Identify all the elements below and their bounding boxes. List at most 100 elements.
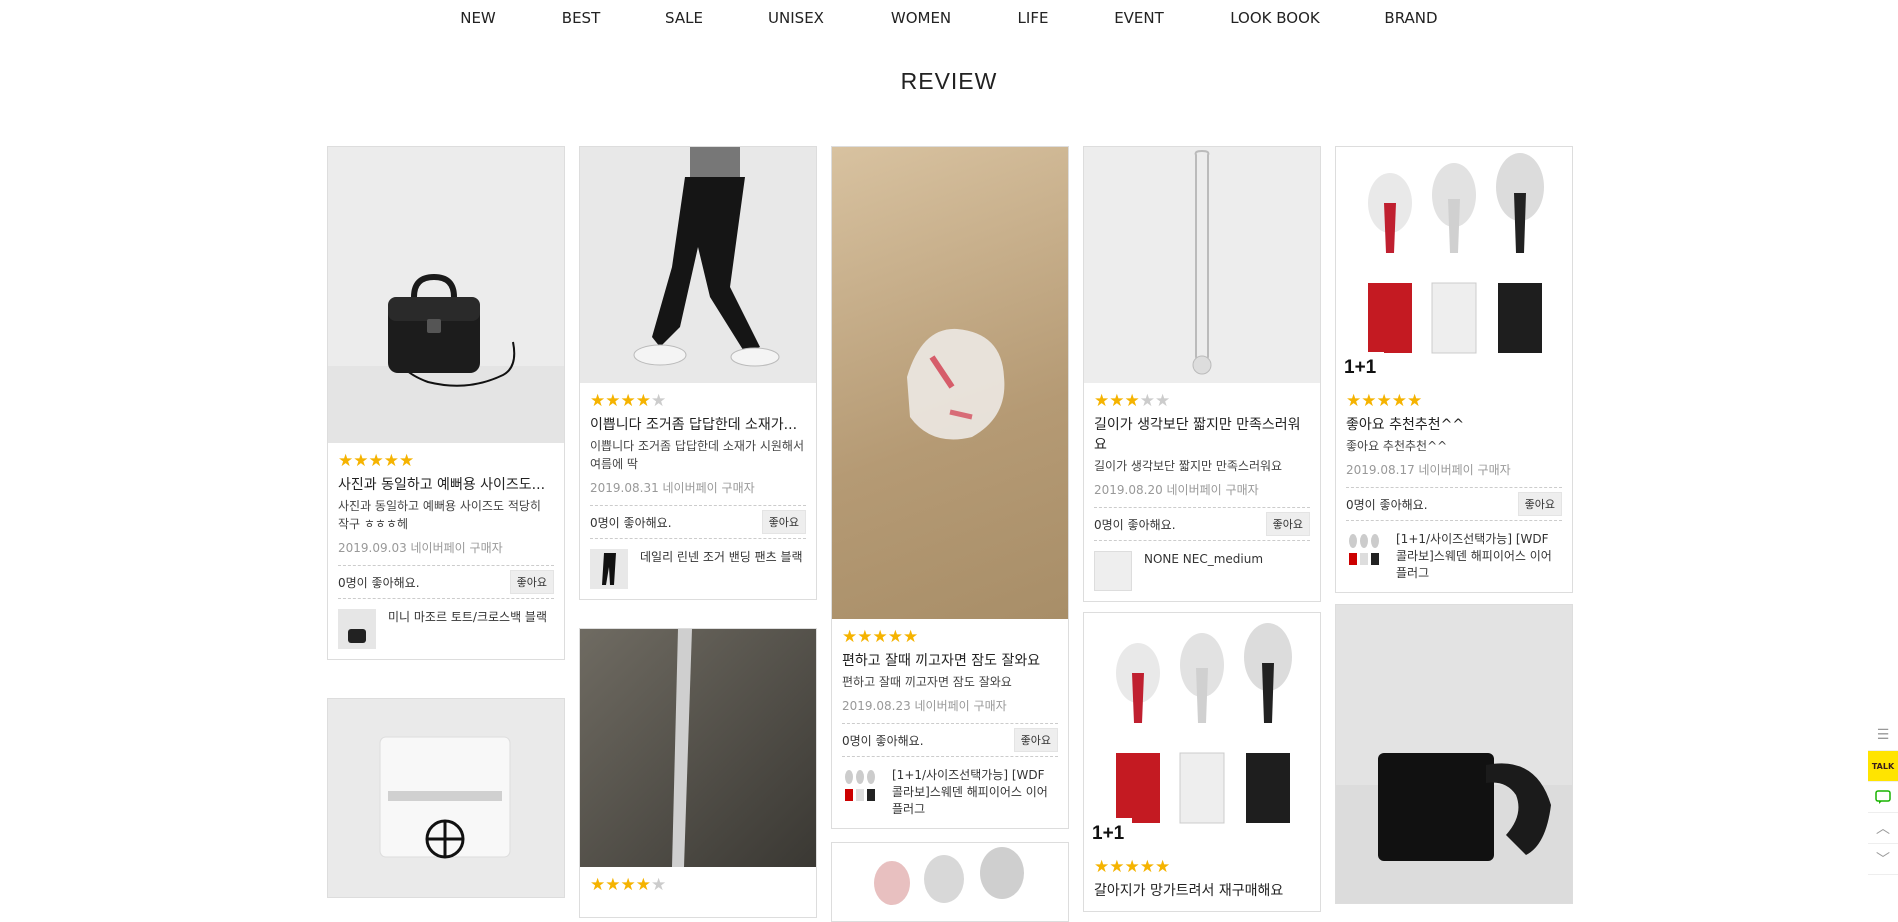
likes-row: 0명이 좋아해요. 좋아요 (338, 565, 554, 599)
menu-icon[interactable]: ☰ (1868, 720, 1898, 751)
review-date: 2019.08.31 네이버페이 구매자 (590, 481, 755, 495)
review-title[interactable]: 갈아지가 망가트려서 재구매해요 (1094, 881, 1310, 901)
review-card[interactable]: ★★★★★ 사진과 동일하고 예뻐용 사이즈도... 사진과 동일하고 예뻐용 … (327, 146, 565, 660)
product-thumbnail[interactable] (1094, 551, 1132, 591)
like-count: 0명이 좋아해요. (590, 515, 672, 530)
review-card[interactable]: 1+1 ★★★★★ 좋아요 추천추천^^ 좋아요 추천추천^^ 2019.08.… (1335, 146, 1573, 593)
product-name[interactable]: NONE NEC_medium (1144, 551, 1263, 568)
review-title[interactable]: 좋아요 추천추천^^ (1346, 415, 1562, 435)
nav-event[interactable]: EVENT (1114, 9, 1164, 27)
like-count: 0명이 좋아해요. (1094, 517, 1176, 532)
nav-women[interactable]: WOMEN (891, 9, 951, 27)
review-card[interactable] (831, 842, 1069, 922)
review-image-earplug[interactable] (832, 147, 1068, 619)
review-card[interactable]: ★★★★★ 이쁩니다 조거좀 답답한데 소재가... 이쁩니다 조거좀 답답한데… (579, 146, 817, 600)
review-body: 편하고 잘때 끼고자면 잠도 잘와요 (842, 675, 1012, 689)
product-name[interactable]: [1+1/사이즈선택가능] [WDF 콜라보]스웨덴 해피이어스 이어플러그 (892, 767, 1058, 818)
review-body: 길이가 생각보단 짧지만 만족스러워요 (1094, 459, 1283, 473)
product-link[interactable]: NONE NEC_medium (1094, 541, 1310, 601)
kakaotalk-icon[interactable]: TALK (1868, 751, 1898, 782)
product-name[interactable]: 미니 마조르 토트/크로스백 블랙 (388, 609, 547, 626)
earplug-photo-image (907, 328, 1005, 440)
product-name[interactable]: [1+1/사이즈선택가능] [WDF 콜라보]스웨덴 해피이어스 이어플러그 (1396, 531, 1562, 582)
earplug-product-image (1368, 153, 1544, 354)
review-title[interactable]: 편하고 잘때 끼고자면 잠도 잘와요 (842, 651, 1058, 671)
product-link[interactable]: 미니 마조르 토트/크로스백 블랙 (338, 599, 554, 659)
like-count: 0명이 좋아해요. (338, 575, 420, 590)
wallet-image (1378, 753, 1551, 861)
page-title: REVIEW (900, 68, 998, 94)
promo-badge: 1+1 (1084, 818, 1133, 849)
like-button[interactable]: 좋아요 (1517, 492, 1562, 516)
review-date: 2019.09.03 네이버페이 구매자 (338, 541, 503, 555)
rating-stars: ★★★★★ (590, 875, 667, 895)
review-body: 사진과 동일하고 예뻐용 사이즈도 적당히 작구 ㅎㅎㅎ헤 (338, 499, 541, 531)
product-thumbnail[interactable] (338, 609, 376, 649)
review-card[interactable] (1335, 604, 1573, 904)
nav-best[interactable]: BEST (562, 9, 600, 27)
review-card[interactable]: 1+1 ★★★★★ 갈아지가 망가트려서 재구매해요 (1083, 612, 1321, 912)
like-count: 0명이 좋아해요. (1346, 497, 1428, 512)
review-image-earplug-product[interactable]: 1+1 (1336, 147, 1572, 383)
review-image-photo[interactable] (580, 629, 816, 867)
likes-row: 0명이 좋아해요. 좋아요 (1094, 507, 1310, 541)
review-card[interactable]: ★★★★★ 길이가 생각보단 짧지만 만족스러워요 길이가 생각보단 짧지만 만… (1083, 146, 1321, 602)
product-link[interactable]: [1+1/사이즈선택가능] [WDF 콜라보]스웨덴 해피이어스 이어플러그 (842, 757, 1058, 828)
review-image-necklace[interactable] (1084, 147, 1320, 383)
product-name[interactable]: 데일리 린넨 조거 밴딩 팬츠 블랙 (640, 549, 803, 566)
nav-brand[interactable]: BRAND (1384, 9, 1437, 27)
product-thumbnail[interactable] (590, 549, 628, 589)
handbag-image (388, 273, 516, 387)
card-wallet-image (379, 736, 511, 859)
rating-stars: ★★★★★ (338, 451, 415, 471)
review-title[interactable]: 길이가 생각보단 짧지만 만족스러워요 (1094, 415, 1310, 455)
scroll-up-icon[interactable]: ︿ (1868, 813, 1898, 844)
review-image-pants[interactable] (580, 147, 816, 383)
floating-sidebar: ☰ TALK ︿ ﹀ (1868, 720, 1898, 875)
scroll-down-icon[interactable]: ﹀ (1868, 844, 1898, 875)
product-link[interactable]: 데일리 린넨 조거 밴딩 팬츠 블랙 (590, 539, 806, 599)
review-date: 2019.08.23 네이버페이 구매자 (842, 699, 1007, 713)
product-link[interactable]: [1+1/사이즈선택가능] [WDF 콜라보]스웨덴 해피이어스 이어플러그 (1346, 521, 1562, 592)
jogger-pants-image (633, 147, 780, 367)
like-button[interactable]: 좋아요 (761, 510, 806, 534)
top-nav: NEW BEST SALE UNISEX WOMEN LIFE EVENT LO… (0, 0, 1898, 36)
nav-life[interactable]: LIFE (1018, 9, 1049, 27)
nav-unisex[interactable]: UNISEX (768, 9, 824, 27)
user-photo-image (672, 629, 692, 867)
earplug-product-image (1116, 623, 1292, 824)
review-image-earplug-product[interactable] (832, 843, 1068, 921)
rating-stars: ★★★★★ (1094, 391, 1171, 411)
review-date: 2019.08.17 네이버페이 구매자 (1346, 463, 1511, 477)
nav-new[interactable]: NEW (460, 9, 496, 27)
review-card[interactable] (327, 698, 565, 898)
review-image-bag[interactable] (328, 147, 564, 443)
review-title[interactable]: 사진과 동일하고 예뻐용 사이즈도... (338, 475, 554, 495)
like-count: 0명이 좋아해요. (842, 733, 924, 748)
likes-row: 0명이 좋아해요. 좋아요 (1346, 487, 1562, 521)
review-card[interactable]: ★★★★★ 편하고 잘때 끼고자면 잠도 잘와요 편하고 잘때 끼고자면 잠도 … (831, 146, 1069, 829)
nav-look-book[interactable]: LOOK BOOK (1230, 9, 1320, 27)
like-button[interactable]: 좋아요 (509, 570, 554, 594)
rating-stars: ★★★★★ (1094, 857, 1171, 877)
review-date: 2019.08.20 네이버페이 구매자 (1094, 483, 1259, 497)
rating-stars: ★★★★★ (842, 627, 919, 647)
product-thumbnail[interactable] (1346, 531, 1384, 571)
review-body: 좋아요 추천추천^^ (1346, 439, 1448, 453)
necklace-image (1192, 149, 1212, 375)
likes-row: 0명이 좋아해요. 좋아요 (590, 505, 806, 539)
likes-row: 0명이 좋아해요. 좋아요 (842, 723, 1058, 757)
like-button[interactable]: 좋아요 (1013, 728, 1058, 752)
product-thumbnail[interactable] (842, 767, 880, 807)
earplug-product-image (874, 847, 1024, 905)
nav-sale[interactable]: SALE (665, 9, 703, 27)
review-image-earplug-product[interactable]: 1+1 (1084, 613, 1320, 849)
review-card[interactable]: ★★★★★ (579, 628, 817, 918)
review-body: 이쁩니다 조거좀 답답한데 소재가 시원해서 여름에 딱 (590, 439, 804, 471)
review-title[interactable]: 이쁩니다 조거좀 답답한데 소재가... (590, 415, 806, 435)
review-image-cardholder[interactable] (328, 699, 564, 897)
chat-icon[interactable] (1868, 782, 1898, 813)
review-image-wallet[interactable] (1336, 605, 1572, 903)
like-button[interactable]: 좋아요 (1265, 512, 1310, 536)
promo-badge: 1+1 (1336, 352, 1385, 383)
